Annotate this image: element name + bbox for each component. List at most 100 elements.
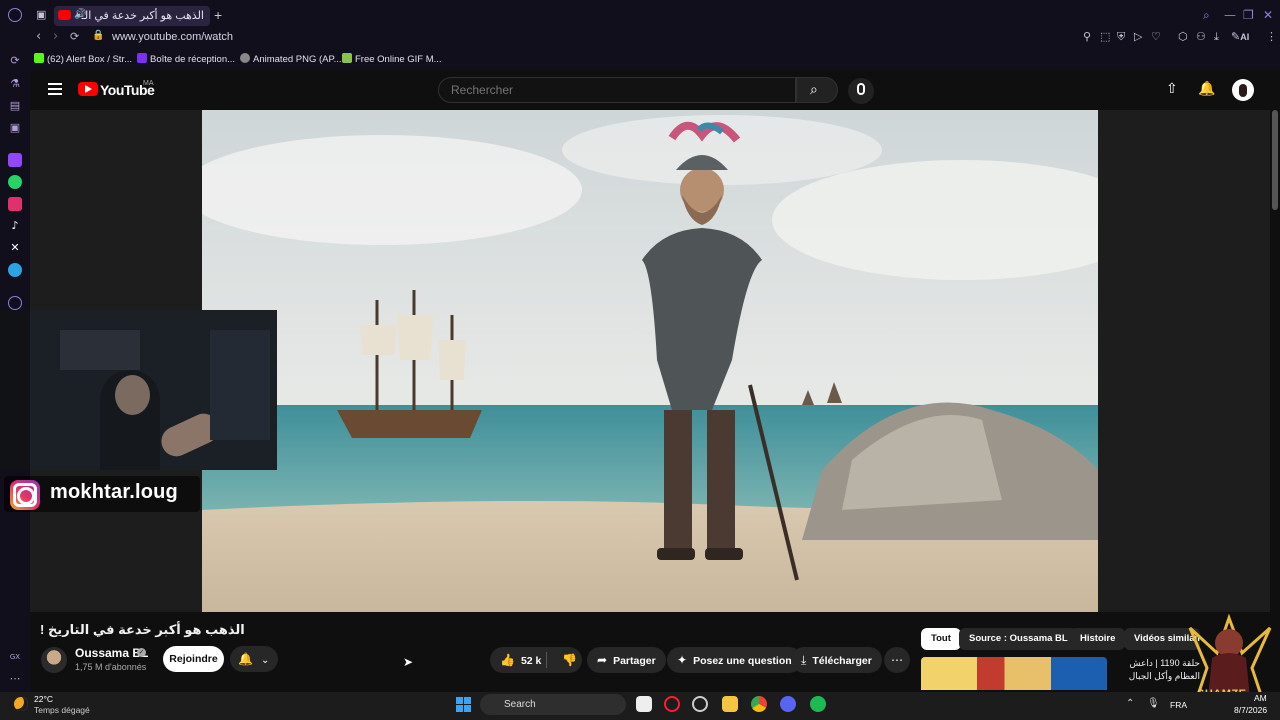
- youtube-logo-icon[interactable]: [78, 82, 98, 96]
- url-field[interactable]: www.youtube.com/watch: [112, 31, 233, 43]
- clock-time[interactable]: AM: [1254, 693, 1267, 703]
- file-explorer-icon[interactable]: [722, 696, 738, 712]
- youtube-masthead: YouTube MA ⌕ ⇧ 🔔: [30, 70, 1280, 110]
- download-arrow-icon: ⤓: [801, 653, 807, 667]
- bell-icon: 🔔: [238, 652, 253, 666]
- back-button[interactable]: ‹: [36, 29, 41, 44]
- mic-icon: [857, 83, 865, 95]
- download-button[interactable]: ⤓ Télécharger: [791, 647, 882, 673]
- notification-bell-button[interactable]: 🔔 ⌄: [230, 646, 278, 672]
- telegram-icon[interactable]: [8, 263, 22, 277]
- obs-taskbar-icon[interactable]: [692, 696, 708, 712]
- tray-overflow-icon[interactable]: ⌃: [1126, 698, 1134, 709]
- chip-history[interactable]: Histoire: [1070, 628, 1126, 650]
- like-icon[interactable]: 👍: [500, 653, 515, 667]
- close-window-button[interactable]: ✕: [1263, 8, 1273, 22]
- ai-icon[interactable]: ✎AI: [1231, 30, 1249, 43]
- gx-corner-icon[interactable]: ▤: [8, 99, 22, 113]
- gx-label: GX: [9, 653, 21, 661]
- related-video-thumbnail[interactable]: [921, 657, 1107, 690]
- mouse-cursor-icon: ➤: [403, 655, 414, 669]
- mail-icon: [137, 53, 147, 63]
- country-code: MA: [143, 80, 154, 87]
- discord-icon[interactable]: [780, 696, 796, 712]
- moon-icon[interactable]: [14, 697, 28, 711]
- chip-all[interactable]: Tout: [921, 628, 961, 650]
- dislike-icon[interactable]: 👎: [562, 653, 577, 667]
- refresh-side-icon[interactable]: ⟳: [8, 54, 22, 68]
- opera-gx-taskbar-icon[interactable]: [664, 696, 680, 712]
- download-icon[interactable]: ⤓: [1214, 30, 1219, 44]
- more-actions-button[interactable]: ⋯: [884, 647, 910, 673]
- notifications-icon[interactable]: 🔔: [1198, 81, 1215, 97]
- tab-menu-icon[interactable]: ▣: [36, 8, 46, 21]
- bookmark-item[interactable]: (62) Alert Box / Str...: [34, 53, 132, 65]
- bookmarks-bar: (62) Alert Box / Str... Boîte de récepti…: [30, 48, 1280, 70]
- extension-cube-icon[interactable]: ⬡: [1178, 30, 1188, 43]
- profile-icon[interactable]: ⚇: [1196, 30, 1206, 43]
- windows-start-button[interactable]: [456, 697, 471, 712]
- search-icon: ⌕: [810, 82, 818, 98]
- pin-icon[interactable]: ⚲: [1083, 30, 1091, 43]
- youtube-favicon-icon: [58, 10, 71, 20]
- more-menu-icon[interactable]: ⋮: [1266, 30, 1277, 43]
- bookmark-item[interactable]: Animated PNG (AP...: [240, 53, 342, 65]
- ai-label: AI: [1240, 32, 1250, 42]
- opera-logo-icon[interactable]: [8, 8, 22, 22]
- page-scrollbar[interactable]: [1272, 110, 1278, 210]
- instagram-side-icon[interactable]: [8, 197, 22, 211]
- speaker-icon[interactable]: 🔊: [74, 9, 86, 20]
- twitch-icon[interactable]: [8, 153, 22, 167]
- like-count[interactable]: 52 k: [521, 655, 541, 667]
- video-player[interactable]: [202, 110, 1098, 612]
- like-dislike-group: 👍 52 k 👎: [490, 647, 582, 673]
- join-button[interactable]: Rejoindre: [163, 646, 224, 672]
- share-icon: ➦: [597, 653, 608, 667]
- share-button[interactable]: ➦ Partager: [587, 647, 666, 673]
- search-input[interactable]: [438, 77, 796, 103]
- extensions-icon[interactable]: ⚗: [8, 77, 22, 91]
- heart-icon[interactable]: ♡: [1151, 30, 1161, 43]
- shield-icon[interactable]: ⛨: [1117, 30, 1125, 44]
- menu-icon[interactable]: [48, 83, 62, 95]
- x-icon[interactable]: ✕: [8, 241, 22, 255]
- maximize-button[interactable]: ❐: [1243, 8, 1254, 22]
- whatsapp-icon[interactable]: [8, 175, 22, 189]
- reload-button[interactable]: ⟳: [70, 30, 79, 43]
- channel-avatar[interactable]: [41, 647, 67, 673]
- account-avatar[interactable]: [1232, 79, 1254, 101]
- voice-search-button[interactable]: [848, 78, 874, 104]
- player-icon[interactable]: [8, 296, 22, 310]
- tiktok-icon[interactable]: ♪: [8, 219, 22, 233]
- like-divider: [546, 652, 547, 668]
- messenger-icon[interactable]: ▣: [8, 121, 22, 135]
- alertbox-icon: [34, 53, 44, 63]
- weather-description[interactable]: Temps dégagé: [34, 705, 90, 715]
- webcam-overlay: [0, 310, 277, 470]
- ask-question-button[interactable]: ✦ Posez une question: [667, 647, 802, 673]
- chevron-down-icon: ⌄: [260, 655, 270, 666]
- spotify-icon[interactable]: [810, 696, 826, 712]
- sparkle-icon: ✦: [677, 653, 688, 667]
- minimize-button[interactable]: —: [1224, 8, 1236, 22]
- clock-date[interactable]: 8/7/2026: [1234, 705, 1267, 715]
- bookmark-item[interactable]: Boîte de réception...: [137, 53, 235, 65]
- forward-button[interactable]: ›: [53, 29, 58, 44]
- chip-source[interactable]: Source : Oussama BL: [959, 628, 1078, 650]
- new-tab-button[interactable]: +: [214, 7, 222, 23]
- snapshot-icon[interactable]: ⬚: [1100, 30, 1110, 43]
- search-tabs-icon[interactable]: ⌕: [1203, 8, 1210, 23]
- upload-icon[interactable]: ⇧: [1166, 81, 1178, 97]
- subscriber-count: 1,75 M d'abonnés: [75, 662, 147, 672]
- weather-temperature[interactable]: 22°C: [34, 694, 53, 704]
- video-frame-painting: [202, 110, 1098, 612]
- search-button[interactable]: ⌕: [796, 77, 838, 103]
- play-icon[interactable]: ▷: [1134, 30, 1142, 43]
- more-side-icon[interactable]: ⋯: [8, 672, 22, 686]
- tray-mic-icon[interactable]: 🎙: [1147, 698, 1160, 709]
- task-view-icon[interactable]: [636, 696, 652, 712]
- bookmark-item[interactable]: Free Online GIF M...: [342, 53, 442, 65]
- taskbar-search[interactable]: Search: [480, 694, 626, 715]
- chrome-icon[interactable]: [751, 696, 767, 712]
- language-indicator[interactable]: FRA: [1170, 700, 1187, 710]
